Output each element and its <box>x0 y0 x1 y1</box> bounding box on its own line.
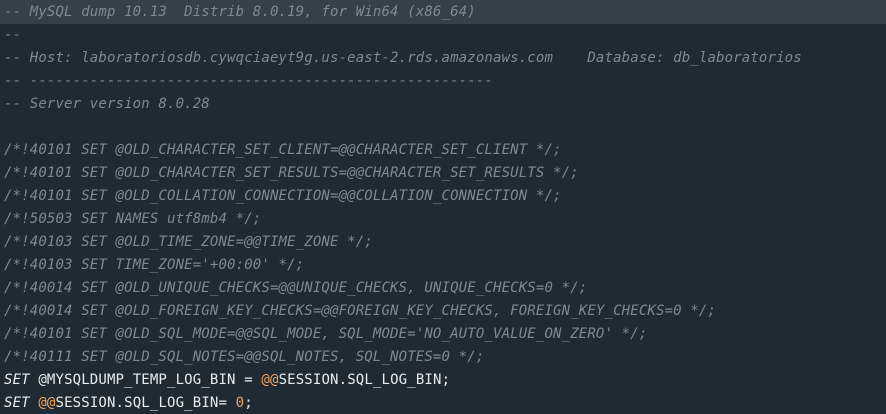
user-variable: @MYSQLDUMP_TEMP_LOG_BIN = <box>29 372 262 388</box>
code-line-4[interactable]: -- -------------------------------------… <box>4 70 493 92</box>
code-line-13[interactable]: /*!40014 SET @OLD_UNIQUE_CHECKS=@@UNIQUE… <box>4 277 587 299</box>
session-variable: SESSION.SQL_LOG_BIN <box>278 372 442 388</box>
code-line-12[interactable]: /*!40103 SET TIME_ZONE='+00:00' */; <box>4 254 304 276</box>
system-variable-prefix: @@ <box>29 395 56 411</box>
code-line-10[interactable]: /*!50503 SET NAMES utf8mb4 */; <box>4 208 261 230</box>
code-line-3[interactable]: -- Host: laboratoriosdb.cywqciaeyt9g.us-… <box>4 47 802 69</box>
code-line-5[interactable]: -- Server version 8.0.28 <box>4 93 210 115</box>
statement-terminator: ; <box>244 395 253 411</box>
set-keyword: SET <box>4 395 30 411</box>
statement-terminator: ; <box>441 372 451 388</box>
code-line-11[interactable]: /*!40103 SET @OLD_TIME_ZONE=@@TIME_ZONE … <box>4 231 373 253</box>
set-keyword: SET <box>4 372 30 388</box>
system-variable-prefix: @@ <box>261 372 279 388</box>
code-line-8[interactable]: /*!40101 SET @OLD_CHARACTER_SET_RESULTS=… <box>4 162 579 184</box>
code-line-7[interactable]: /*!40101 SET @OLD_CHARACTER_SET_CLIENT=@… <box>4 139 562 161</box>
code-line-18[interactable]: SET @@SESSION.SQL_LOG_BIN= 0; <box>4 392 253 414</box>
code-line-17[interactable]: SET @MYSQLDUMP_TEMP_LOG_BIN = @@SESSION.… <box>4 369 450 391</box>
numeric-literal: 0 <box>235 395 245 411</box>
code-line-15[interactable]: /*!40101 SET @OLD_SQL_MODE=@@SQL_MODE, S… <box>4 323 647 345</box>
code-line-1[interactable]: -- MySQL dump 10.13 Distrib 8.0.19, for … <box>4 1 476 23</box>
code-line-9[interactable]: /*!40101 SET @OLD_COLLATION_CONNECTION=@… <box>4 185 562 207</box>
code-editor[interactable]: -- MySQL dump 10.13 Distrib 8.0.19, for … <box>0 0 886 414</box>
session-variable: SESSION.SQL_LOG_BIN= <box>55 395 236 411</box>
code-line-16[interactable]: /*!40111 SET @OLD_SQL_NOTES=@@SQL_NOTES,… <box>4 346 484 368</box>
code-line-14[interactable]: /*!40014 SET @OLD_FOREIGN_KEY_CHECKS=@@F… <box>4 300 716 322</box>
code-line-2[interactable]: -- <box>4 24 21 46</box>
